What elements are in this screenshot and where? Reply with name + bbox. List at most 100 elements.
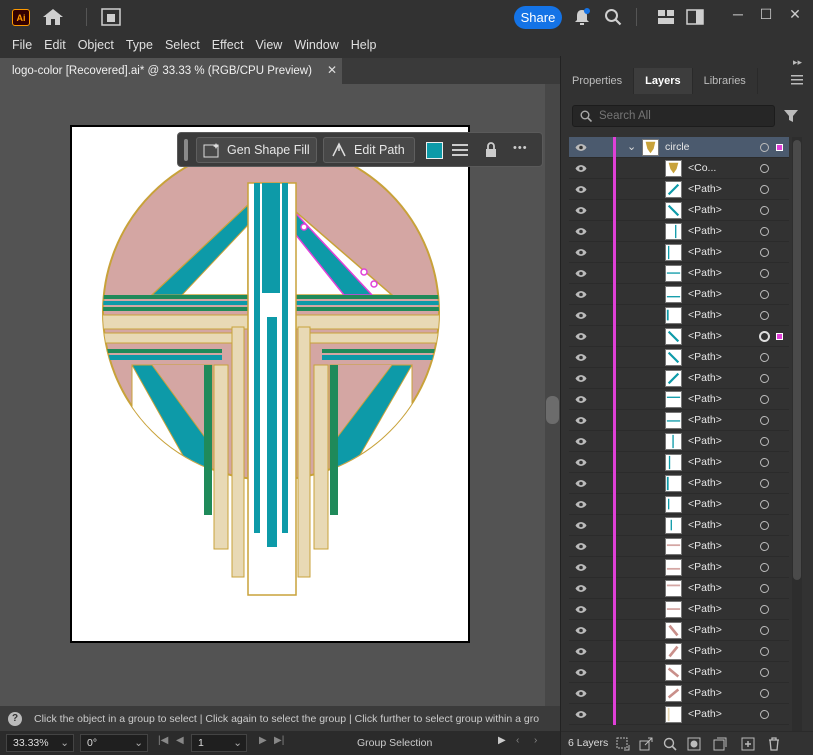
drag-handle-icon[interactable] [184,139,188,161]
target-circle-icon[interactable] [760,668,769,677]
home-icon[interactable] [42,8,64,26]
new-sublayer-icon[interactable] [713,737,727,751]
tab-libraries[interactable]: Libraries [693,68,758,94]
target-circle-icon[interactable] [760,710,769,719]
help-icon[interactable]: ? [8,711,22,726]
target-circle-icon[interactable] [759,331,770,342]
artboard-number-field[interactable]: 1 ⌄ [191,734,247,752]
target-circle-icon[interactable] [760,374,769,383]
layer-row[interactable]: <Path> [569,452,789,473]
visibility-eye-icon[interactable] [575,584,587,593]
menu-file[interactable]: File [6,38,38,52]
fill-color-swatch[interactable] [426,142,443,159]
selection-indicator[interactable] [776,144,783,151]
layer-row[interactable]: <Path> [569,242,789,263]
layer-row-circle[interactable]: ⌄ circle [569,137,789,158]
panel-menu-icon[interactable] [791,74,803,86]
layer-row[interactable]: <Path> [569,578,789,599]
stroke-weight-icon[interactable] [452,143,468,157]
visibility-eye-icon[interactable] [575,227,587,236]
layer-row[interactable]: <Path> [569,599,789,620]
close-document-icon[interactable]: ✕ [327,63,337,77]
visibility-eye-icon[interactable] [575,416,587,425]
scroll-left-icon[interactable]: ‹ [516,735,519,746]
visibility-eye-icon[interactable] [575,710,587,719]
visibility-eye-icon[interactable] [575,521,587,530]
document-tab[interactable]: logo-color [Recovered].ai* @ 33.33 % (RG… [0,58,342,84]
canvas-vertical-scrollbar[interactable] [545,84,560,706]
arrange-documents-icon[interactable] [101,8,121,26]
menu-object[interactable]: Object [72,38,120,52]
layer-row[interactable]: <Co... [569,158,789,179]
menu-view[interactable]: View [249,38,288,52]
rotation-field[interactable]: 0° ⌄ [80,734,148,752]
target-circle-icon[interactable] [760,542,769,551]
filter-icon[interactable] [783,108,799,124]
visibility-eye-icon[interactable] [575,374,587,383]
target-circle-icon[interactable] [760,353,769,362]
target-circle-icon[interactable] [760,185,769,194]
layer-row[interactable]: <Path> [569,221,789,242]
target-circle-icon[interactable] [760,206,769,215]
target-circle-icon[interactable] [760,416,769,425]
gen-shape-fill-button[interactable]: Gen Shape Fill [196,137,317,163]
visibility-eye-icon[interactable] [575,689,587,698]
minimize-button[interactable]: ─ [728,4,748,24]
expand-chevron-icon[interactable]: ⌄ [627,140,636,153]
target-circle-icon[interactable] [760,479,769,488]
menu-help[interactable]: Help [345,38,383,52]
target-circle-icon[interactable] [760,563,769,572]
target-circle-icon[interactable] [760,521,769,530]
visibility-eye-icon[interactable] [575,290,587,299]
layers-scroll-thumb[interactable] [793,140,801,580]
maximize-button[interactable]: ☐ [756,4,776,24]
visibility-eye-icon[interactable] [575,395,587,404]
layer-row[interactable]: <Path> [569,431,789,452]
close-window-button[interactable]: ✕ [785,4,805,24]
scroll-right-icon[interactable]: › [534,735,537,746]
layer-row[interactable]: <Path> [569,494,789,515]
panels-icon[interactable] [686,9,704,25]
layers-search-input[interactable] [572,105,775,127]
target-circle-icon[interactable] [760,248,769,257]
visibility-eye-icon[interactable] [575,479,587,488]
visibility-eye-icon[interactable] [575,437,587,446]
target-circle-icon[interactable] [760,227,769,236]
target-circle-icon[interactable] [760,500,769,509]
search-icon[interactable] [604,8,622,26]
first-artboard-icon[interactable]: |◀ [158,735,168,746]
menu-select[interactable]: Select [159,38,206,52]
layer-row[interactable]: <Path> [569,200,789,221]
layer-row[interactable]: <Path> [569,515,789,536]
locate-object-icon[interactable] [663,737,677,751]
collect-export-icon[interactable] [616,737,630,751]
visibility-eye-icon[interactable] [575,332,587,341]
visibility-eye-icon[interactable] [575,206,587,215]
tab-properties[interactable]: Properties [561,68,635,94]
layer-row[interactable]: <Path> [569,704,789,725]
visibility-eye-icon[interactable] [575,647,587,656]
visibility-eye-icon[interactable] [575,185,587,194]
layer-row[interactable]: <Path> [569,662,789,683]
target-circle-icon[interactable] [760,626,769,635]
layer-row[interactable]: <Path> [569,641,789,662]
layer-row[interactable]: <Path> [569,683,789,704]
artboard[interactable] [70,125,470,643]
target-circle-icon[interactable] [760,584,769,593]
layer-row[interactable]: <Path> [569,557,789,578]
share-button[interactable]: Share [514,6,562,29]
visibility-eye-icon[interactable] [575,458,587,467]
menu-edit[interactable]: Edit [38,38,72,52]
visibility-eye-icon[interactable] [575,311,587,320]
visibility-eye-icon[interactable] [575,626,587,635]
tab-layers[interactable]: Layers [634,68,693,94]
workspace-switcher-icon[interactable] [657,9,675,25]
tool-menu-icon[interactable]: ▶ [498,735,506,746]
previous-artboard-icon[interactable]: ◀ [176,735,184,746]
target-circle-icon[interactable] [760,164,769,173]
menu-effect[interactable]: Effect [206,38,250,52]
layer-row[interactable]: <Path> [569,536,789,557]
layer-row[interactable]: <Path> [569,389,789,410]
layer-row[interactable]: <Path> [569,620,789,641]
visibility-eye-icon[interactable] [575,164,587,173]
